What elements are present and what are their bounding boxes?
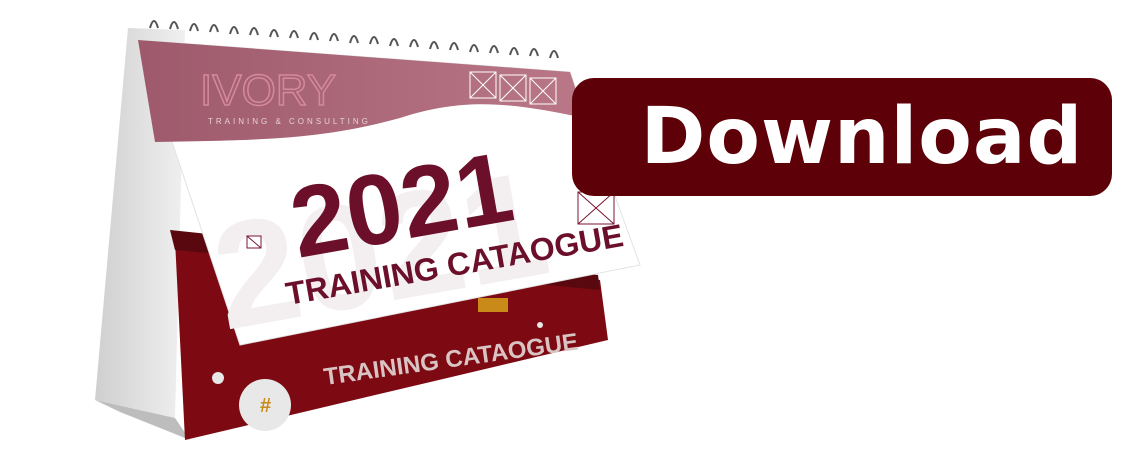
back-page-dot-small <box>537 322 543 328</box>
calendar-illustration: # TRAINING CATAOGUE 2021 IVORY TRAINING … <box>95 20 641 440</box>
back-page-symbol: # <box>260 395 271 417</box>
download-button[interactable]: Download <box>572 78 1112 196</box>
brand-tagline: TRAINING & CONSULTING <box>208 117 371 126</box>
back-page-dot <box>212 372 224 384</box>
brand-logo: IVORY <box>200 66 336 115</box>
download-button-label: Download <box>640 92 1084 182</box>
desk-calendar-image: # TRAINING CATAOGUE 2021 IVORY TRAINING … <box>0 0 700 459</box>
